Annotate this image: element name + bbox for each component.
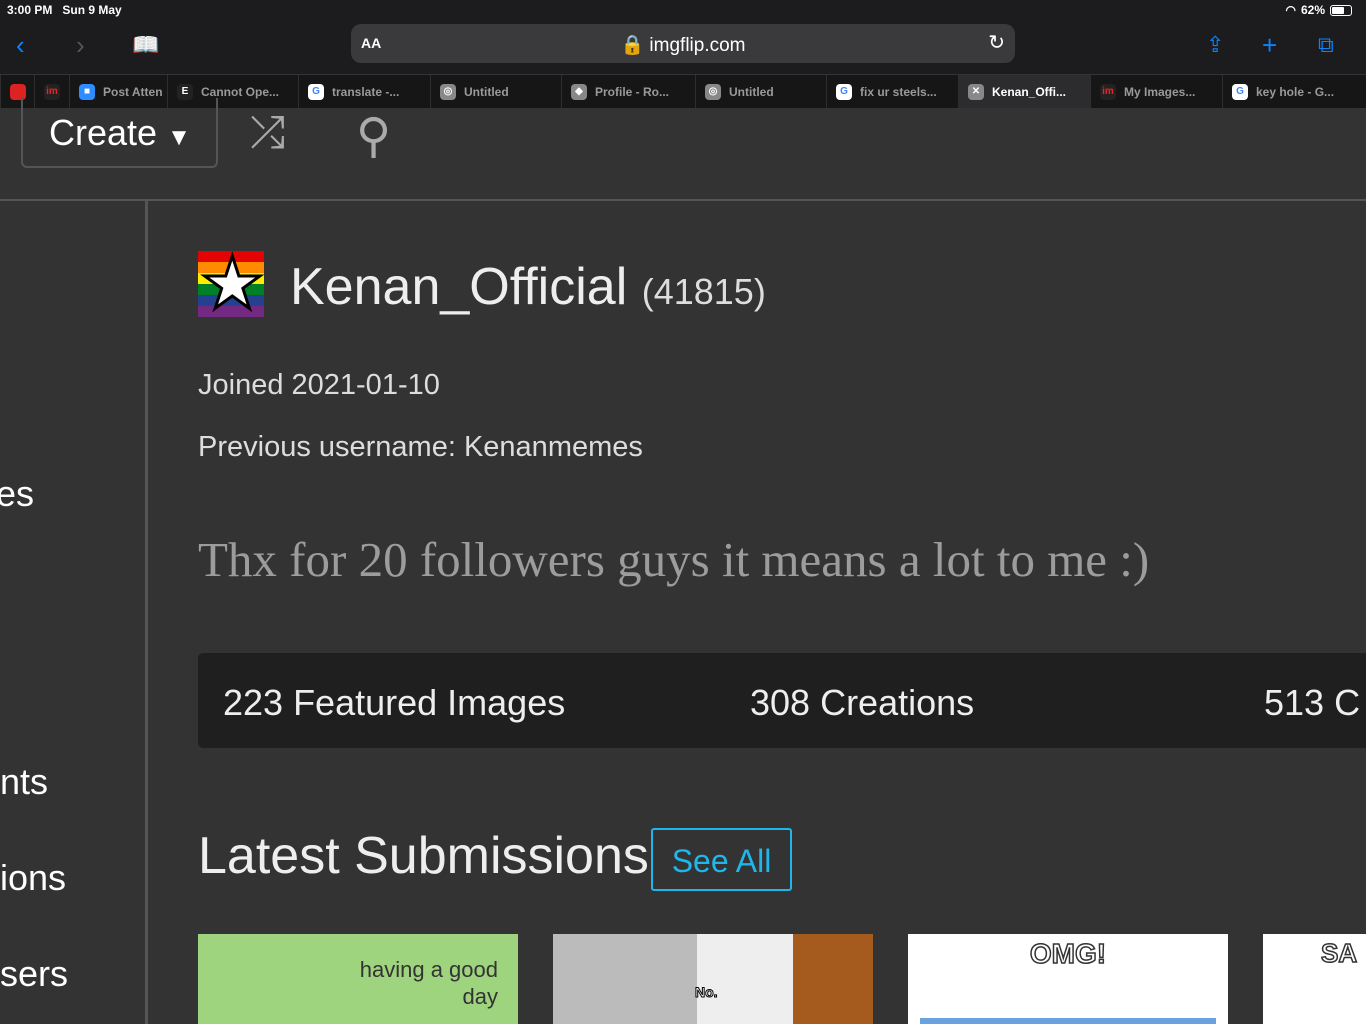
tab-label: translate -... xyxy=(332,84,400,99)
compass-icon: ◎ xyxy=(440,83,456,100)
tab-label: My Images... xyxy=(1124,84,1196,99)
stats-bar: 223 Featured Images 308 Creations 513 C xyxy=(198,653,1366,748)
submission-thumb[interactable]: No. xyxy=(553,934,873,1024)
sidebar-item[interactable]: nts xyxy=(0,761,48,803)
user-bio: Thx for 20 followers guys it means a lot… xyxy=(198,532,1150,587)
new-tab-icon[interactable]: + xyxy=(1262,30,1277,61)
sidebar-item[interactable]: sers xyxy=(0,953,68,995)
joined-date: Joined 2021-01-10 xyxy=(198,369,440,401)
caret-down-icon: ▼ xyxy=(167,124,191,151)
status-bar: 3:00 PM Sun 9 May ◠ 62% xyxy=(0,0,1366,22)
battery-percent: 62% xyxy=(1300,3,1325,17)
star-icon: ★ xyxy=(199,243,267,326)
sidebar-item[interactable]: ions xyxy=(0,857,66,899)
back-icon[interactable]: ‹ xyxy=(16,30,25,61)
tab[interactable]: ◎ Untitled xyxy=(695,75,826,108)
time: 3:00 PM xyxy=(7,3,53,17)
submission-thumb[interactable]: OMG! xyxy=(908,934,1228,1024)
address-bar[interactable]: AA 🔒 imgflip.com ↻ xyxy=(351,24,1015,63)
thumb-caption: No. xyxy=(695,984,719,1001)
url-host: imgflip.com xyxy=(649,35,746,56)
search-icon[interactable]: ⚲ xyxy=(356,108,391,164)
page-title: Kenan_Official (41815) xyxy=(290,257,766,317)
tab[interactable]: im My Images... xyxy=(1090,75,1222,108)
roblox-icon: ◆ xyxy=(571,83,587,100)
user-avatar: ★ xyxy=(198,243,266,326)
bookmarks-icon[interactable]: 📖 xyxy=(132,32,159,58)
tab[interactable]: ✕ Kenan_Offi... xyxy=(958,75,1090,108)
reload-icon[interactable]: ↻ xyxy=(988,30,1005,55)
stat-featured[interactable]: 223 Featured Images xyxy=(223,682,565,724)
close-icon: ✕ xyxy=(968,83,984,100)
tab-label: Post Atten xyxy=(103,84,163,99)
stat-comments[interactable]: 513 C xyxy=(1264,682,1360,724)
tab[interactable]: Gtranslate -... xyxy=(298,75,430,108)
date: Sun 9 May xyxy=(62,3,122,17)
thumb-caption: OMG! xyxy=(1029,937,1107,970)
site-nav: Create ▼ ⤮ ⚲ xyxy=(0,98,1366,201)
google-icon: G xyxy=(308,83,324,100)
battery-icon xyxy=(1330,4,1352,16)
username: Kenan_Official xyxy=(290,258,628,316)
previous-username: Previous username: Kenanmemes xyxy=(198,431,643,463)
section-title: Latest Submissions xyxy=(198,827,649,885)
wifi-icon: ◠ xyxy=(1285,3,1296,17)
tab[interactable]: ◎ Untitled xyxy=(430,75,561,108)
user-points: (41815) xyxy=(641,271,766,312)
submission-thumb[interactable]: having a good day xyxy=(198,934,518,1024)
tab-label: Untitled xyxy=(729,84,774,99)
tab-label: Profile - Ro... xyxy=(595,84,670,99)
tab[interactable]: Gfix ur steels... xyxy=(826,75,958,108)
tab[interactable]: ◆ Profile - Ro... xyxy=(561,75,695,108)
forward-icon[interactable]: › xyxy=(76,30,85,61)
browser-toolbar: ‹ › 📖 AA 🔒 imgflip.com ↻ ⇪ + ⧉ xyxy=(0,22,1366,74)
google-icon: G xyxy=(1232,83,1248,100)
create-button[interactable]: Create ▼ xyxy=(21,98,218,168)
url-text[interactable]: 🔒 imgflip.com xyxy=(351,33,1015,57)
submission-thumb[interactable]: SA xyxy=(1263,934,1366,1024)
compass-icon: ◎ xyxy=(705,83,721,100)
see-all-button[interactable]: See All xyxy=(651,828,792,891)
shuffle-icon[interactable]: ⤮ xyxy=(250,108,285,158)
tab-label: fix ur steels... xyxy=(860,84,937,99)
tab-label: Kenan_Offi... xyxy=(992,84,1067,99)
share-icon[interactable]: ⇪ xyxy=(1206,32,1224,58)
tab-label: key hole - G... xyxy=(1256,84,1335,99)
thumb-caption: SA xyxy=(1320,937,1358,969)
tab-label: Untitled xyxy=(464,84,509,99)
tab[interactable]: Gkey hole - G... xyxy=(1222,75,1354,108)
sidebar: es nts ions sers xyxy=(0,201,148,1024)
time-date: 3:00 PM Sun 9 May xyxy=(7,3,122,17)
google-icon: G xyxy=(836,83,852,100)
stat-creations[interactable]: 308 Creations xyxy=(750,682,974,724)
create-label: Create xyxy=(49,112,158,153)
tab-label: Cannot Ope... xyxy=(201,84,279,99)
imgflip-icon: im xyxy=(1100,83,1116,100)
thumb-caption: having a good day xyxy=(359,957,498,1009)
sidebar-item[interactable]: es xyxy=(0,473,34,515)
tabs-overview-icon[interactable]: ⧉ xyxy=(1318,32,1334,58)
